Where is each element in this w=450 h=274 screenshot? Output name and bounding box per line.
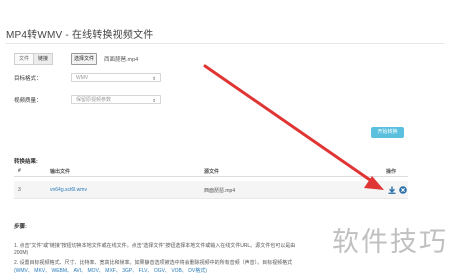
step-2-text: 2. 设置目标视频格式、尺寸、比特率、宽高比和帧率。如果静音选项被选中将会删除视… (14, 260, 293, 266)
step-1-continued: 200M) (14, 250, 29, 256)
step-1-text: 1. 点击"文件"或"链接"按钮切换本地文件或在线文件。点击"选择文件"按钮选择… (14, 243, 296, 249)
watermark-text: 软件技巧 (332, 227, 448, 258)
steps-label: 步骤: (14, 224, 27, 230)
